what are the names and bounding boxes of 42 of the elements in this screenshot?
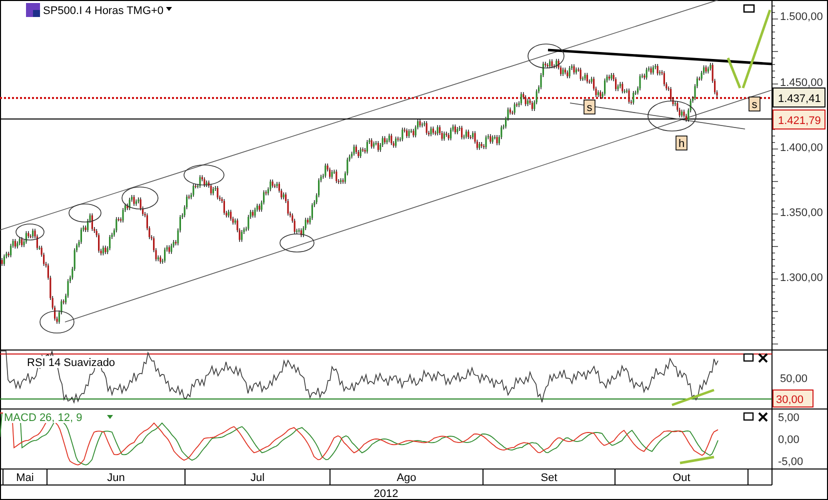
- month-label: Ago: [396, 472, 416, 484]
- highlight-ellipse: [40, 310, 74, 334]
- close-icon[interactable]: [758, 353, 768, 363]
- macd-axis-label: -5,00: [778, 456, 804, 468]
- price-axis-label: 1.400,00: [780, 142, 823, 154]
- year-label: 2012: [374, 488, 398, 500]
- month-label: Jul: [250, 472, 265, 484]
- highlight-ellipse: [528, 44, 564, 68]
- chart-title[interactable]: SP500.I 4 Horas TMG+0: [43, 5, 164, 17]
- price-axis-label: 1.500,00: [780, 11, 823, 23]
- highlight-ellipse: [648, 100, 696, 132]
- maximize-icon[interactable]: [743, 353, 754, 362]
- pattern-label: s: [748, 96, 760, 112]
- rsi-level-tag: 30,00: [772, 390, 814, 408]
- highlight-ellipse: [184, 164, 224, 186]
- rsi-title[interactable]: RSI 14 Suavizado: [27, 357, 116, 369]
- dropdown-caret-icon[interactable]: [166, 7, 172, 11]
- month-label: Set: [540, 472, 558, 484]
- highlight-ellipse: [16, 224, 44, 240]
- price-tag: 1.421,79: [772, 110, 826, 130]
- chart-logo-icon: [26, 3, 40, 17]
- month-label: Out: [672, 472, 690, 484]
- macd-axis-label: 5,00: [778, 412, 800, 424]
- divergence-line: [672, 388, 714, 406]
- month-label: Mai: [16, 472, 34, 484]
- highlight-ellipse: [280, 234, 314, 252]
- price-axis-label: 1.300,00: [780, 272, 823, 284]
- highlight-ellipse: [68, 204, 102, 222]
- maximize-icon[interactable]: [743, 4, 755, 13]
- highlight-ellipse: [122, 186, 158, 210]
- pattern-label: s: [584, 100, 596, 114]
- price-tag: 1.437,41: [772, 88, 826, 108]
- price-axis-label: 1.350,00: [780, 207, 823, 219]
- pattern-label: h: [676, 136, 688, 150]
- maximize-icon[interactable]: [743, 412, 754, 421]
- month-label: Jun: [107, 472, 125, 484]
- divergence-line: [680, 456, 714, 464]
- macd-title[interactable]: MACD 26, 12, 9: [4, 412, 82, 424]
- macd-axis-label: 0,00: [778, 434, 800, 446]
- close-icon[interactable]: [758, 412, 768, 422]
- rsi-axis-label: 50,00: [780, 373, 808, 385]
- price-axis-label: 1.450,00: [780, 77, 823, 89]
